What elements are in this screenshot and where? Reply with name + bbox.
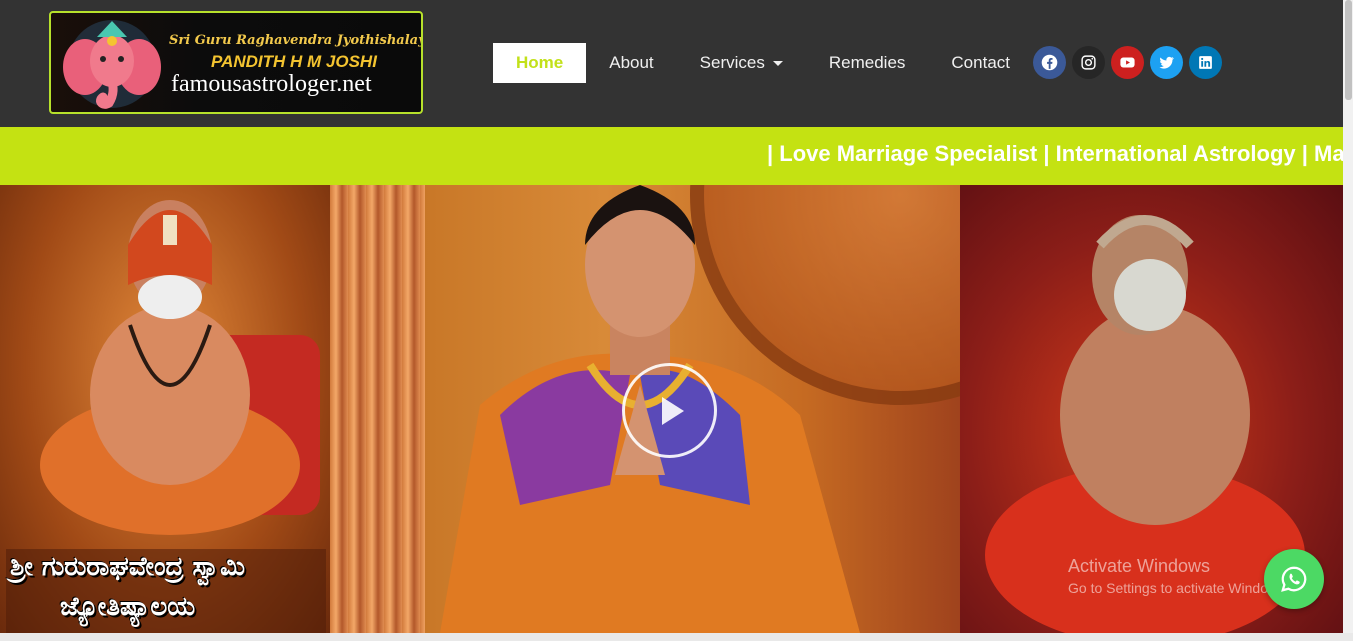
linkedin-icon[interactable] — [1189, 46, 1222, 79]
youtube-icon[interactable] — [1111, 46, 1144, 79]
kannada-title-line-2: ಜ್ಯೋತಿಷ್ಯಾಲಯ — [60, 592, 196, 622]
nav-home[interactable]: Home — [493, 43, 587, 83]
ticker-text: | Love Marriage Specialist | Internation… — [767, 141, 1343, 166]
marquee-ticker: | Love Marriage Specialist | Internation… — [0, 127, 1343, 185]
whatsapp-icon — [1281, 566, 1307, 592]
twitter-icon[interactable] — [1150, 46, 1183, 79]
main-nav: Home About Services Remedies Contact — [493, 43, 1033, 83]
nav-contact[interactable]: Contact — [928, 43, 1033, 83]
nav-services-label: Services — [699, 53, 765, 72]
site-header: Sri Guru Raghavendra Jyothishalaya PANDI… — [0, 0, 1343, 127]
kannada-title-line-1: ಶ್ರೀ ಗುರುರಾಘವೇಂದ್ರ ಸ್ವಾಮಿ — [10, 552, 245, 582]
nav-remedies[interactable]: Remedies — [806, 43, 929, 83]
bottom-strip — [0, 633, 1353, 641]
brand-line-3: famousastrologer.net — [171, 71, 372, 97]
nav-about[interactable]: About — [586, 43, 676, 83]
facebook-icon[interactable] — [1033, 46, 1066, 79]
activate-windows-subtitle: Go to Settings to activate Windows. — [1068, 580, 1289, 596]
temple-pillar — [330, 185, 425, 633]
whatsapp-chat-button[interactable] — [1264, 549, 1324, 609]
activate-windows-title: Activate Windows — [1068, 556, 1211, 576]
instagram-icon[interactable] — [1072, 46, 1105, 79]
brand-line-2: PANDITH H M JOSHI — [211, 52, 377, 71]
play-button[interactable] — [622, 363, 717, 458]
scrollbar-thumb[interactable] — [1345, 0, 1352, 100]
caret-down-icon — [772, 60, 783, 66]
play-icon — [661, 396, 684, 425]
guru-figure-left — [40, 200, 320, 535]
social-links — [1033, 46, 1222, 79]
brand-line-1: Sri Guru Raghavendra Jyothishalaya — [169, 33, 423, 48]
site-logo[interactable]: Sri Guru Raghavendra Jyothishalaya PANDI… — [49, 11, 423, 114]
nav-services[interactable]: Services — [677, 43, 806, 83]
ganesha-logo-icon — [63, 20, 161, 109]
